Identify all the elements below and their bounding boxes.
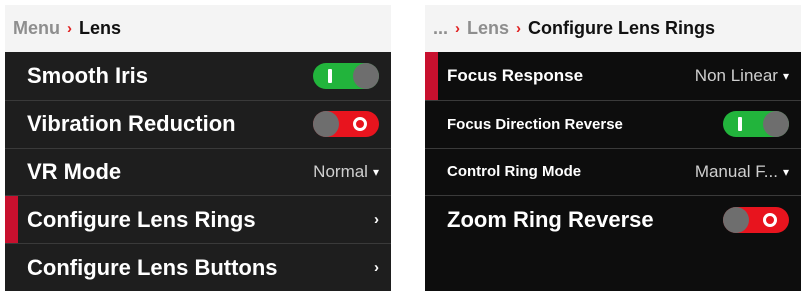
breadcrumb-configure-lens-rings: Configure Lens Rings: [528, 18, 716, 38]
toggle-knob: [723, 206, 749, 233]
vibration-reduction-label: Vibration Reduction: [27, 111, 236, 137]
menu-item-smooth-iris[interactable]: Smooth Iris: [5, 52, 391, 100]
toggle-knob: [763, 111, 789, 138]
caret-down-icon: ▾: [372, 164, 379, 179]
breadcrumb: ... › Lens › Configure Lens Rings: [425, 5, 801, 52]
focus-response-value: Non Linear: [694, 65, 778, 85]
focus-response-dropdown[interactable]: Non Linear ▾: [695, 66, 789, 86]
vr-mode-label: VR Mode: [27, 158, 122, 184]
control-ring-mode-dropdown[interactable]: Manual F... ▾: [695, 162, 789, 182]
breadcrumb: Menu › Lens: [5, 5, 391, 52]
menu-item-configure-lens-rings[interactable]: Configure Lens Rings ›: [5, 195, 391, 243]
menu-item-vibration-reduction[interactable]: Vibration Reduction: [5, 99, 391, 148]
toggle-knob: [353, 62, 379, 89]
caret-down-icon: ▾: [782, 164, 789, 179]
menu-item-control-ring-mode[interactable]: Control Ring Mode Manual F... ▾: [425, 147, 801, 196]
toggle-on-icon: [328, 68, 332, 83]
control-ring-mode-label: Control Ring Mode: [447, 163, 582, 181]
zoom-ring-reverse-toggle[interactable]: [723, 206, 789, 233]
control-ring-mode-value: Manual F...: [694, 161, 778, 181]
vibration-reduction-toggle[interactable]: [313, 111, 379, 138]
menu-item-vr-mode[interactable]: VR Mode Normal ▾: [5, 147, 391, 196]
focus-direction-reverse-label: Focus Direction Reverse: [447, 115, 623, 133]
configure-lens-buttons-label: Configure Lens Buttons: [27, 254, 278, 280]
vr-mode-dropdown[interactable]: Normal ▾: [313, 162, 379, 182]
focus-direction-reverse-toggle[interactable]: [723, 111, 789, 138]
chevron-right-icon: ›: [374, 259, 379, 277]
configure-lens-rings-label: Configure Lens Rings: [27, 206, 256, 232]
chevron-right-icon: ›: [374, 211, 379, 229]
vr-mode-value: Normal: [313, 161, 368, 181]
menu-item-focus-direction-reverse[interactable]: Focus Direction Reverse: [425, 99, 801, 148]
lens-rings-menu-panel: ... › Lens › Configure Lens Rings Focus …: [425, 5, 801, 291]
menu-item-configure-lens-buttons[interactable]: Configure Lens Buttons ›: [5, 243, 391, 291]
chevron-right-icon: ›: [67, 20, 72, 37]
smooth-iris-toggle[interactable]: [313, 62, 379, 89]
breadcrumb-lens: Lens: [79, 18, 122, 38]
breadcrumb-menu[interactable]: Menu: [13, 18, 60, 39]
zoom-ring-reverse-label: Zoom Ring Reverse: [447, 206, 654, 232]
chevron-right-icon: ›: [455, 20, 461, 37]
menu-item-focus-response[interactable]: Focus Response Non Linear ▾: [425, 52, 801, 100]
breadcrumb-ellipsis[interactable]: ...: [433, 18, 448, 39]
toggle-knob: [313, 111, 339, 138]
toggle-off-icon: [353, 117, 367, 132]
chevron-right-icon: ›: [516, 20, 522, 37]
toggle-off-icon: [763, 212, 777, 227]
menu-item-zoom-ring-reverse[interactable]: Zoom Ring Reverse: [425, 195, 801, 243]
caret-down-icon: ▾: [782, 68, 789, 83]
breadcrumb-lens[interactable]: Lens: [467, 18, 509, 39]
focus-response-label: Focus Response: [447, 65, 584, 85]
toggle-on-icon: [738, 117, 742, 132]
lens-menu-panel: Menu › Lens Smooth Iris Vibration Reduct…: [5, 5, 391, 291]
smooth-iris-label: Smooth Iris: [27, 62, 149, 88]
